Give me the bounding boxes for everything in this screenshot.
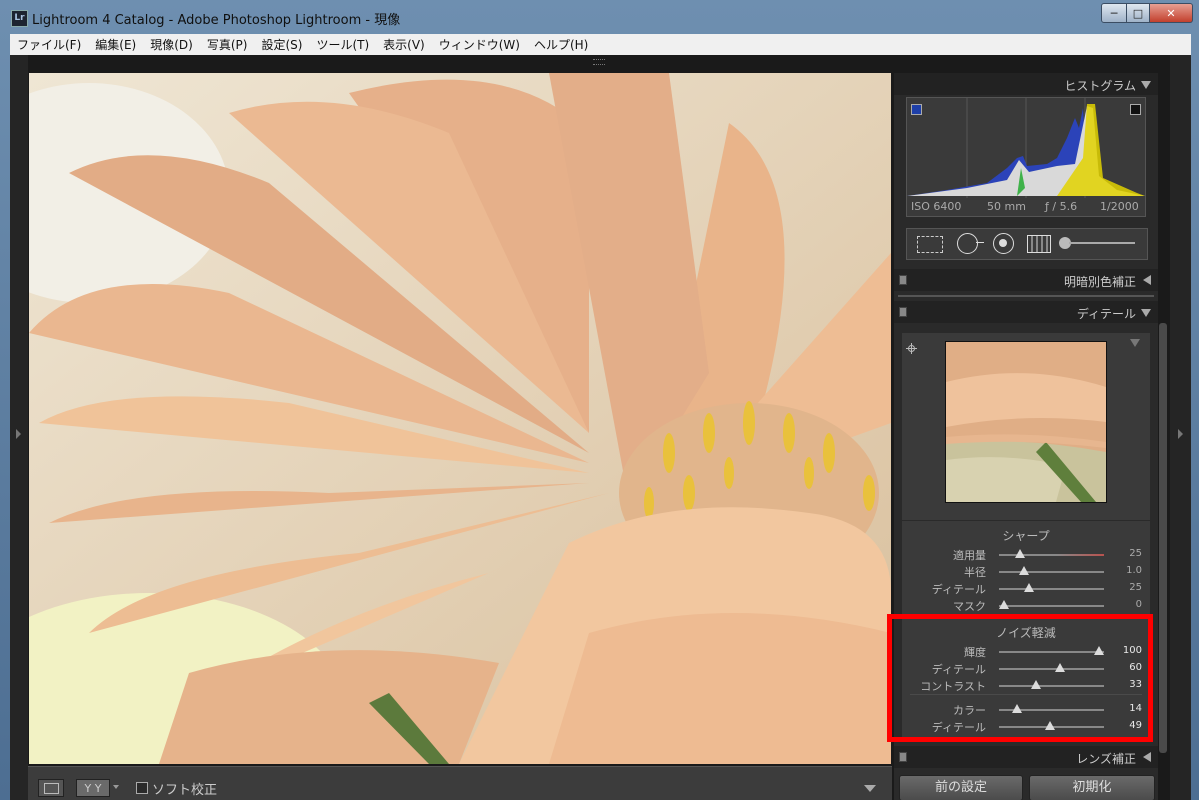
slider-thumb[interactable] [1015,549,1025,558]
detail-zoom-preview[interactable] [945,341,1107,503]
collapse-histogram-icon[interactable] [1141,81,1151,89]
expand-tone-curve-icon[interactable] [1143,275,1151,285]
aperture-value: ƒ / 5.6 [1045,200,1078,213]
toolbar-menu-icon[interactable] [864,785,876,792]
right-edge-strip[interactable] [1170,55,1191,800]
histogram[interactable]: ISO 6400 50 mm ƒ / 5.6 1/2000 [906,97,1146,217]
zoom-preview-image [946,342,1106,502]
panel-divider [898,295,1154,297]
lens-correction-header[interactable]: レンズ補正 [894,746,1158,768]
slider-label: 適用量 [953,549,986,562]
tool-strip [906,228,1148,260]
maximize-button[interactable]: □ [1127,3,1150,23]
menu-file[interactable]: ファイル(F) [10,36,88,53]
right-panel-scrollbar[interactable] [1159,323,1167,753]
slider-value[interactable]: 1.0 [1126,565,1142,576]
application-window: Lr Lightroom 4 Catalog - Adobe Photoshop… [0,0,1199,800]
lens-correction-title: レンズ補正 [1076,752,1136,766]
collapse-detail-icon[interactable] [1141,309,1151,317]
slider-track[interactable] [999,588,1104,590]
menu-window[interactable]: ウィンドウ(W) [432,36,527,53]
slider-row: ディテール 25 [902,580,1150,597]
histogram-title: ヒストグラム [1064,79,1136,93]
menu-help[interactable]: ヘルプ(H) [527,36,595,53]
menu-tools[interactable]: ツール(T) [309,36,376,53]
menu-develop[interactable]: 現像(D) [143,36,200,53]
window-title: Lightroom 4 Catalog - Adobe Photoshop Li… [32,13,401,28]
slider-value[interactable]: 25 [1129,548,1142,559]
minimize-button[interactable]: ─ [1101,3,1127,23]
window-controls: ─ □ ✕ [1101,3,1193,23]
slider-thumb[interactable] [1019,566,1030,575]
expand-right-icon[interactable] [1178,429,1183,439]
slider-track[interactable] [999,571,1104,573]
menu-settings[interactable]: 設定(S) [254,36,309,53]
target-crosshair-icon[interactable] [906,343,917,354]
adjustment-brush-handle[interactable] [1069,242,1135,244]
shutter-value: 1/2000 [1100,200,1139,213]
spot-removal-icon[interactable] [957,233,978,254]
develop-bottom-buttons: 前の設定 初期化 [894,770,1158,800]
slider-track[interactable] [999,605,1104,607]
graduated-filter-icon[interactable] [1027,235,1051,253]
preview-menu-icon[interactable] [1130,339,1140,347]
expand-lens-correction-icon[interactable] [1143,752,1151,762]
tone-curve-toggle[interactable] [899,275,907,285]
crop-tool-icon[interactable] [917,236,943,253]
detail-header[interactable]: ディテール [894,301,1158,323]
slider-thumb[interactable] [999,600,1010,609]
detail-toggle[interactable] [899,307,907,317]
iso-value: ISO 6400 [911,200,962,213]
menu-photo[interactable]: 写真(P) [200,36,255,53]
loupe-view-button[interactable] [38,779,64,797]
lightroom-app-icon: Lr [11,10,28,27]
reset-button[interactable]: 初期化 [1029,775,1155,800]
slider-label: ディテール [931,583,986,596]
lens-correction-toggle[interactable] [899,752,907,762]
histogram-header[interactable]: ヒストグラム [894,73,1158,95]
previous-settings-button[interactable]: 前の設定 [899,775,1023,800]
tone-curve-title: 明暗別色補正 [1063,275,1136,289]
spot-removal-arrow-icon [976,242,984,243]
close-button[interactable]: ✕ [1150,3,1193,23]
expand-left-panel-icon[interactable] [16,429,21,439]
left-panel-collapsed[interactable] [10,55,28,800]
slider-label: 半径 [964,566,986,579]
top-panel-grip-icon[interactable] [593,59,605,65]
flower-photo [29,73,891,764]
slider-row: 半径 1.0 [902,563,1150,580]
slider-thumb[interactable] [1024,583,1035,592]
slider-value[interactable]: 25 [1129,582,1142,593]
tone-curve-header[interactable]: 明暗別色補正 [894,269,1158,291]
focal-length-value: 50 mm [987,200,1026,213]
histogram-graph [907,98,1145,198]
menu-view[interactable]: 表示(V) [376,36,432,53]
slider-row: 適用量 25 [902,546,1150,563]
soft-proof-label[interactable]: ソフト校正 [152,779,217,798]
title-bar: Lr Lightroom 4 Catalog - Adobe Photoshop… [0,0,1199,34]
before-after-dropdown-icon[interactable] [113,785,119,789]
slider-label: マスク [953,600,986,613]
shadow-clipping-toggle[interactable] [911,104,922,115]
highlight-clipping-toggle[interactable] [1130,104,1141,115]
menu-bar: ファイル(F) 編集(E) 現像(D) 写真(P) 設定(S) ツール(T) 表… [10,34,1191,56]
sharpening-title: シャープ [1002,529,1050,543]
slider-value[interactable]: 0 [1136,599,1142,610]
soft-proof-checkbox[interactable] [136,782,148,794]
preview-toolbar: Y Y ソフト校正 [28,766,892,800]
slider-row: マスク 0 [902,597,1150,614]
photo-preview[interactable] [29,73,891,764]
sharpening-section: シャープ 適用量 25 半径 1.0 ディテール 25 マスク 0 [902,521,1150,614]
menu-edit[interactable]: 編集(E) [88,36,143,53]
detail-title: ディテール [1076,307,1136,321]
red-eye-pupil-icon [999,239,1007,247]
noise-reduction-highlight-box [887,614,1153,742]
before-after-button[interactable]: Y Y [76,779,110,797]
